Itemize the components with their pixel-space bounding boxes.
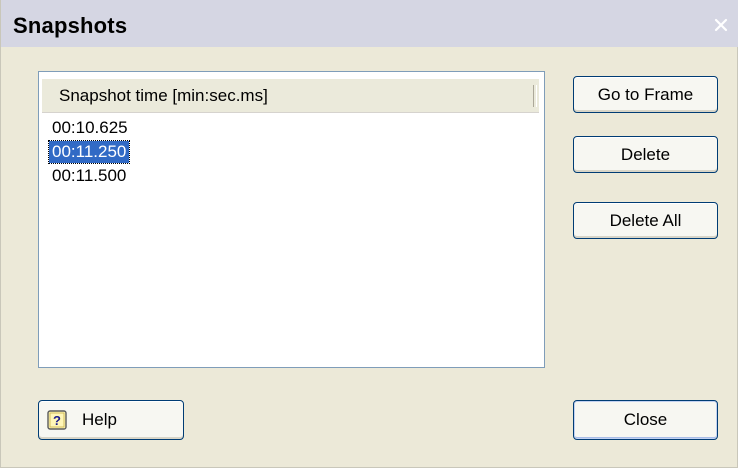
list-item-time: 00:11.250	[52, 142, 127, 161]
go-to-frame-label: Go to Frame	[597, 84, 694, 104]
window-title: Snapshots	[13, 13, 128, 38]
delete-label: Delete	[620, 144, 671, 164]
close-label: Close	[623, 410, 668, 429]
snapshots-dialog: Snapshots Snapshot time [min:sec.ms] 00:…	[0, 0, 738, 468]
list-item-time: 00:11.500	[52, 166, 127, 185]
close-button[interactable]: Close	[573, 400, 718, 440]
column-separator[interactable]	[533, 85, 537, 107]
column-header-label: Snapshot time [min:sec.ms]	[59, 86, 268, 105]
list-item-selected[interactable]: 00:11.250	[47, 140, 131, 164]
close-icon[interactable]	[712, 16, 730, 34]
go-to-frame-button[interactable]: Go to Frame	[573, 76, 718, 113]
help-button[interactable]: ? Help	[38, 400, 184, 440]
list-item[interactable]: 00:11.500	[49, 165, 129, 187]
delete-all-label: Delete All	[609, 210, 682, 230]
title-bar[interactable]: Snapshots	[1, 0, 738, 47]
snapshot-list[interactable]: Snapshot time [min:sec.ms] 00:10.625 00:…	[38, 71, 545, 368]
help-question-icon: ?	[47, 410, 67, 430]
delete-button[interactable]: Delete	[573, 136, 718, 173]
help-label: Help	[82, 410, 117, 429]
list-item-time: 00:10.625	[52, 118, 128, 137]
svg-text:?: ?	[53, 413, 61, 428]
column-header[interactable]: Snapshot time [min:sec.ms]	[42, 79, 539, 113]
delete-all-button[interactable]: Delete All	[573, 202, 718, 239]
list-item[interactable]: 00:10.625	[49, 117, 131, 139]
